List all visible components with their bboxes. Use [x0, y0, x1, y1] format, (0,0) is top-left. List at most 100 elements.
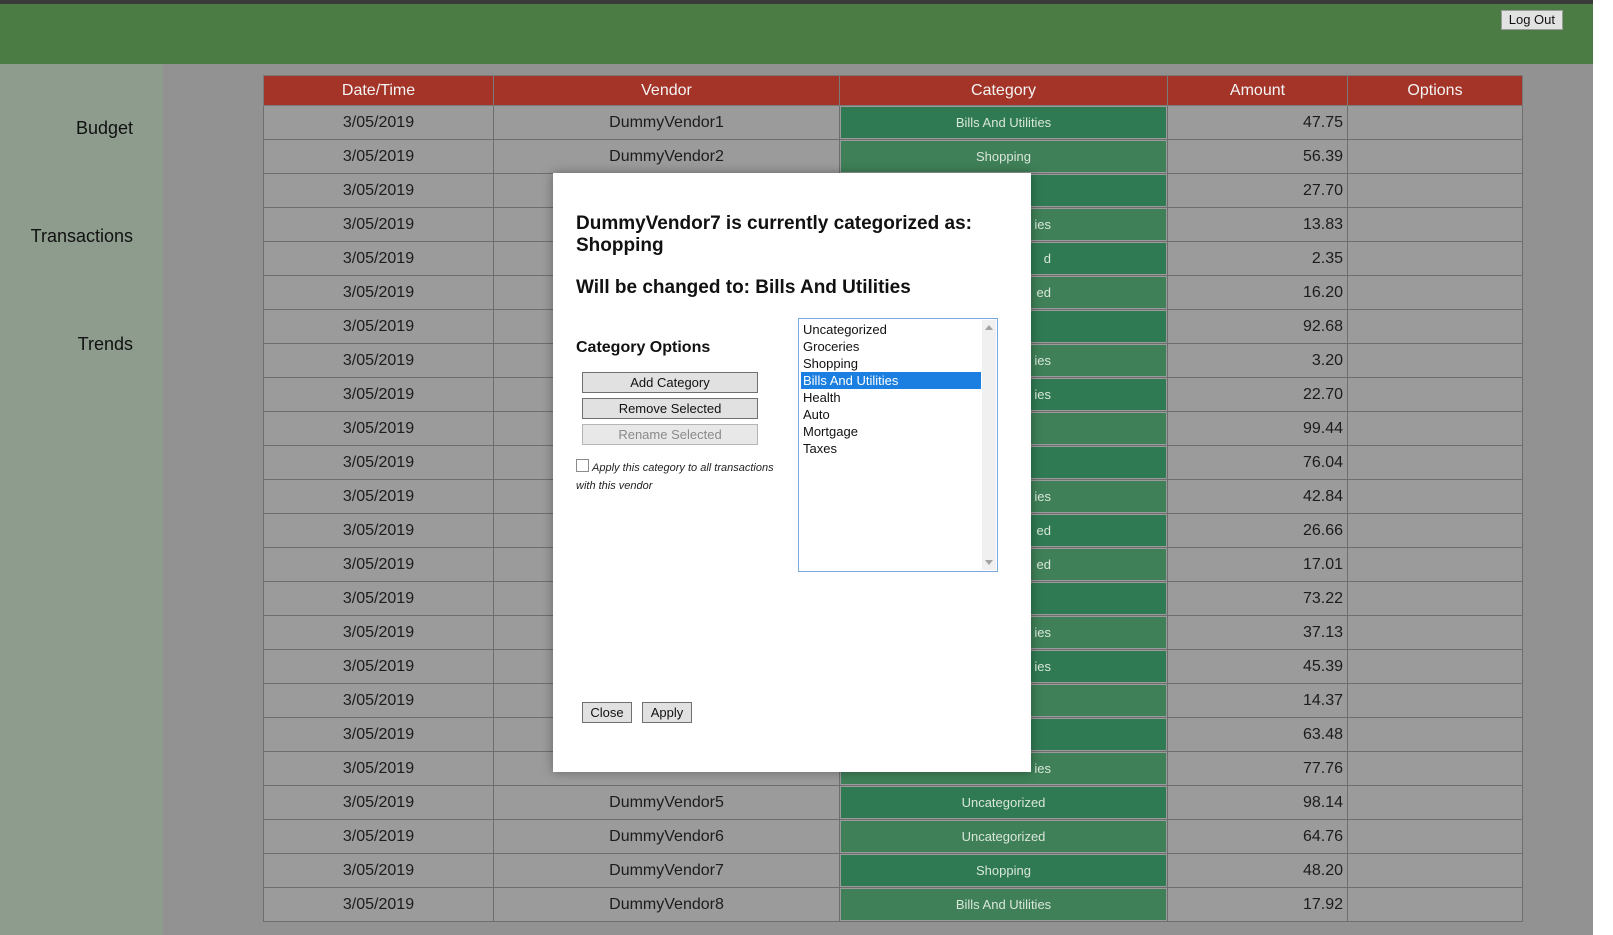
cell-amount: 56.39	[1167, 139, 1348, 174]
cell-options	[1347, 513, 1523, 548]
cell-date: 3/05/2019	[263, 785, 494, 820]
cell-amount: 3.20	[1167, 343, 1348, 378]
cell-amount: 99.44	[1167, 411, 1348, 446]
cell-category: Uncategorized	[839, 785, 1168, 820]
sidebar-item-budget[interactable]: Budget	[76, 118, 133, 139]
cell-date: 3/05/2019	[263, 615, 494, 650]
cell-vendor: DummyVendor5	[493, 785, 840, 820]
remove-selected-button[interactable]: Remove Selected	[582, 398, 758, 419]
category-option[interactable]: Groceries	[801, 338, 981, 355]
cell-amount: 2.35	[1167, 241, 1348, 276]
apply-all-checkbox[interactable]	[576, 459, 589, 472]
cell-options	[1347, 139, 1523, 174]
cell-options	[1347, 173, 1523, 208]
cell-date: 3/05/2019	[263, 853, 494, 888]
cell-options	[1347, 207, 1523, 242]
table-row[interactable]: 3/05/2019 DummyVendor6 Uncategorized 64.76	[263, 819, 1523, 854]
cell-category: Bills And Utilities	[839, 105, 1168, 140]
category-option[interactable]: Shopping	[801, 355, 981, 372]
category-option[interactable]: Taxes	[801, 440, 981, 457]
cell-date: 3/05/2019	[263, 105, 494, 140]
logout-button[interactable]: Log Out	[1500, 10, 1563, 30]
cell-options	[1347, 309, 1523, 344]
close-button[interactable]: Close	[582, 702, 632, 723]
table-row[interactable]: 3/05/2019 DummyVendor8 Bills And Utilities…	[263, 887, 1523, 922]
cell-date: 3/05/2019	[263, 683, 494, 718]
column-header-vendor[interactable]: Vendor	[493, 75, 840, 106]
scroll-down-arrow-icon[interactable]	[985, 560, 993, 565]
cell-date: 3/05/2019	[263, 275, 494, 310]
cell-options	[1347, 581, 1523, 616]
cell-date: 3/05/2019	[263, 411, 494, 446]
cell-amount: 26.66	[1167, 513, 1348, 548]
cell-amount: 73.22	[1167, 581, 1348, 616]
column-header-category[interactable]: Category	[839, 75, 1168, 106]
cell-date: 3/05/2019	[263, 377, 494, 412]
apply-all-option: Apply this category to all transactions …	[576, 459, 781, 495]
table-row[interactable]: 3/05/2019 DummyVendor1 Bills And Utilities…	[263, 105, 1523, 140]
cell-options	[1347, 547, 1523, 582]
table-row[interactable]: 3/05/2019 DummyVendor2 Shopping 56.39	[263, 139, 1523, 174]
category-option[interactable]: Bills And Utilities	[801, 372, 981, 389]
page-margin	[1593, 0, 1613, 935]
category-badge[interactable]: Uncategorized	[841, 821, 1166, 852]
cell-date: 3/05/2019	[263, 309, 494, 344]
sidebar-item-trends[interactable]: Trends	[78, 334, 133, 355]
cell-amount: 48.20	[1167, 853, 1348, 888]
cell-options	[1347, 241, 1523, 276]
table-row[interactable]: 3/05/2019 DummyVendor7 Shopping 48.20	[263, 853, 1523, 888]
table-row[interactable]: 3/05/2019 DummyVendor5 Uncategorized 98.14	[263, 785, 1523, 820]
category-badge[interactable]: Uncategorized	[841, 787, 1166, 818]
cell-options	[1347, 853, 1523, 888]
category-listbox[interactable]: Uncategorized Groceries Shopping Bills And …	[798, 318, 998, 572]
column-header-amount[interactable]: Amount	[1167, 75, 1348, 106]
category-badge[interactable]: Shopping	[841, 855, 1166, 886]
column-header-options: Options	[1347, 75, 1523, 106]
cell-amount: 13.83	[1167, 207, 1348, 242]
category-badge[interactable]: Bills And Utilities	[841, 889, 1166, 920]
cell-options	[1347, 649, 1523, 684]
modal-title: DummyVendor7 is currently categorized as…	[576, 213, 972, 256]
apply-all-label: Apply this category to all transactions …	[576, 462, 774, 492]
cell-category: Shopping	[839, 139, 1168, 174]
cell-amount: 17.92	[1167, 887, 1348, 922]
cell-amount: 37.13	[1167, 615, 1348, 650]
category-option[interactable]: Uncategorized	[801, 321, 981, 338]
cell-amount: 92.68	[1167, 309, 1348, 344]
category-list: Uncategorized Groceries Shopping Bills And …	[801, 321, 981, 457]
category-option[interactable]: Mortgage	[801, 423, 981, 440]
category-option[interactable]: Auto	[801, 406, 981, 423]
cell-amount: 27.70	[1167, 173, 1348, 208]
cell-vendor: DummyVendor7	[493, 853, 840, 888]
table-header-row: Date/Time Vendor Category Amount Options	[263, 75, 1523, 106]
cell-options	[1347, 377, 1523, 412]
cell-options	[1347, 105, 1523, 140]
cell-amount: 76.04	[1167, 445, 1348, 480]
cell-vendor: DummyVendor6	[493, 819, 840, 854]
cell-amount: 22.70	[1167, 377, 1348, 412]
cell-date: 3/05/2019	[263, 581, 494, 616]
cell-date: 3/05/2019	[263, 649, 494, 684]
cell-options	[1347, 819, 1523, 854]
cell-date: 3/05/2019	[263, 445, 494, 480]
cell-date: 3/05/2019	[263, 173, 494, 208]
add-category-button[interactable]: Add Category	[582, 372, 758, 393]
cell-date: 3/05/2019	[263, 819, 494, 854]
cell-options	[1347, 479, 1523, 514]
listbox-scrollbar[interactable]	[982, 320, 996, 570]
scroll-up-arrow-icon[interactable]	[985, 325, 993, 330]
cell-date: 3/05/2019	[263, 241, 494, 276]
category-badge[interactable]: Bills And Utilities	[841, 107, 1166, 138]
cell-amount: 77.76	[1167, 751, 1348, 786]
rename-selected-button[interactable]: Rename Selected	[582, 424, 758, 445]
apply-button[interactable]: Apply	[642, 702, 692, 723]
cell-amount: 14.37	[1167, 683, 1348, 718]
column-header-datetime[interactable]: Date/Time	[263, 75, 494, 106]
cell-vendor: DummyVendor1	[493, 105, 840, 140]
cell-amount: 47.75	[1167, 105, 1348, 140]
category-option[interactable]: Health	[801, 389, 981, 406]
cell-vendor: DummyVendor8	[493, 887, 840, 922]
cell-amount: 98.14	[1167, 785, 1348, 820]
sidebar-item-transactions[interactable]: Transactions	[31, 226, 133, 247]
category-badge[interactable]: Shopping	[841, 141, 1166, 172]
